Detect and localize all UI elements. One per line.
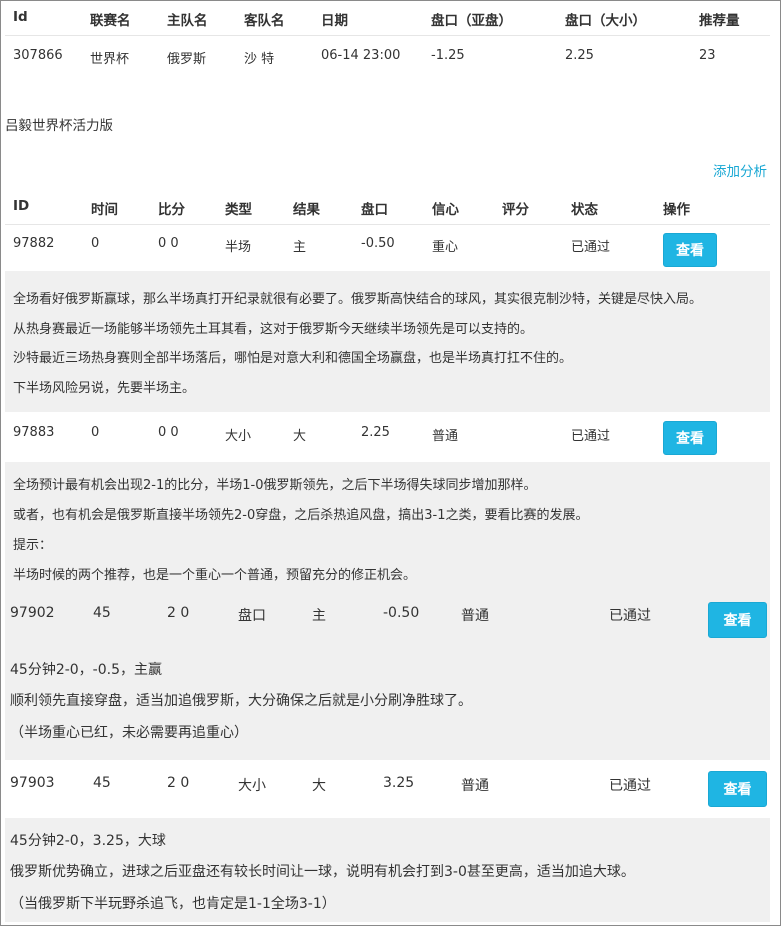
author-name: 吕毅世界杯活力版 [5,118,113,134]
note-line: 俄罗斯优势确立，进球之后亚盘还有较长时间让一球，说明有机会打到3-0甚至更高，适… [10,864,635,880]
home-team: 俄罗斯 [167,52,207,67]
row-type: 半场 [225,240,252,255]
row-result: 大 [312,778,326,794]
row-score: 2 0 [167,605,190,621]
row-time: 45 [93,605,111,621]
col-header-rating: 评分 [502,202,529,218]
row-id: 97903 [10,775,55,791]
row-score: 0 0 [158,425,179,440]
away-team: 沙 特 [244,52,275,67]
note-line: 全场预计最有机会出现2-1的比分，半场1-0俄罗斯领先，之后下半场得失球同步增加… [13,478,537,493]
analysis-notes: 45分钟2-0，3.25，大球 俄罗斯优势确立，进球之后亚盘还有较长时间让一球，… [5,818,770,922]
row-line: 3.25 [383,775,415,791]
row-status: 已通过 [609,608,651,624]
row-id: 97902 [10,605,55,621]
note-line: （半场重心已红，未必需要再追重心） [10,725,248,741]
row-type: 盘口 [238,608,266,624]
view-button[interactable]: 查看 [708,771,767,807]
row-score: 0 0 [158,236,179,251]
table-row-block: 97903 45 2 0 大小 大 3.25 普通 已通过 查看 [5,760,770,818]
note-line: 半场时候的两个推荐，也是一个重心一个普通，预留充分的修正机会。 [13,568,417,583]
col-header-result: 结果 [293,202,320,218]
league-name: 世界杯 [90,52,130,67]
recommend-count: 23 [699,48,716,63]
row-id: 97882 [13,236,55,251]
note-line: 下半场风险另说，先要半场主。 [13,381,196,396]
row-confidence: 普通 [432,429,459,444]
add-analysis-link[interactable]: 添加分析 [713,160,767,180]
row-result: 主 [312,608,326,624]
col-header-score: 比分 [158,202,185,218]
view-button[interactable]: 查看 [663,233,717,267]
row-score: 2 0 [167,775,190,791]
col-header-home: 主队名 [167,13,208,29]
note-line: 45分钟2-0，3.25，大球 [10,833,166,849]
row-result: 大 [293,429,307,444]
row-confidence: 重心 [432,240,459,255]
col-header-id: ID [13,198,30,214]
note-line: 全场看好俄罗斯赢球，那么半场真打开纪录就很有必要了。俄罗斯高快结合的球风，其实很… [13,292,703,307]
analysis-notes: 全场预计最有机会出现2-1的比分，半场1-0俄罗斯领先，之后下半场得失球同步增加… [5,462,770,597]
note-line: 沙特最近三场热身赛则全部半场落后，哪怕是对意大利和德国全场赢盘，也是半场真打扛不… [13,351,573,366]
divider [5,35,770,36]
view-button[interactable]: 查看 [708,602,767,638]
note-line: （当俄罗斯下半玩野杀追飞，也肯定是1-1全场3-1） [10,896,336,912]
row-status: 已通过 [609,778,651,794]
match-date: 06-14 23:00 [321,48,401,63]
note-line: 或者，也有机会是俄罗斯直接半场领先2-0穿盘，之后杀热追风盘，搞出3-1之类，要… [13,508,589,523]
row-line: 2.25 [361,425,390,440]
col-header-action: 操作 [663,202,690,218]
row-id: 97883 [13,425,55,440]
col-header-date: 日期 [321,13,348,29]
col-header-recommend-count: 推荐量 [699,13,740,29]
col-header-id: Id [13,9,28,25]
view-button[interactable]: 查看 [663,421,717,455]
asian-line: -1.25 [431,48,465,63]
row-line: -0.50 [383,605,420,621]
match-id: 307866 [13,48,63,63]
col-header-line: 盘口 [361,202,388,218]
row-type: 大小 [225,429,252,444]
row-time: 0 [91,236,100,251]
row-result: 主 [293,240,307,255]
col-header-league: 联赛名 [90,13,131,29]
col-header-status: 状态 [571,202,598,218]
note-line: 从热身赛最近一场能够半场领先土耳其看，这对于俄罗斯今天继续半场领先是可以支持的。 [13,322,534,337]
row-time: 45 [93,775,111,791]
note-line: 顺利领先直接穿盘，适当加追俄罗斯，大分确保之后就是小分刷净胜球了。 [10,693,472,709]
row-time: 0 [91,425,100,440]
col-header-confidence: 信心 [432,202,459,218]
col-header-asian-line: 盘口（亚盘） [431,13,512,29]
analysis-notes: 全场看好俄罗斯赢球，那么半场真打开纪录就很有必要了。俄罗斯高快结合的球风，其实很… [5,271,770,412]
row-line: -0.50 [361,236,395,251]
row-confidence: 普通 [461,608,489,624]
col-header-time: 时间 [91,202,118,218]
row-status: 已通过 [571,240,611,255]
divider [5,224,770,225]
note-line: 提示： [13,538,53,553]
col-header-ou-line: 盘口（大小） [565,13,646,29]
row-status: 已通过 [571,429,611,444]
ou-line: 2.25 [565,48,594,63]
table-row-block: 97902 45 2 0 盘口 主 -0.50 普通 已通过 查看 45分钟2-… [5,597,770,760]
row-confidence: 普通 [461,778,489,794]
col-header-type: 类型 [225,202,252,218]
col-header-away: 客队名 [244,13,285,29]
note-line: 45分钟2-0，-0.5，主赢 [10,662,162,678]
row-type: 大小 [238,778,266,794]
